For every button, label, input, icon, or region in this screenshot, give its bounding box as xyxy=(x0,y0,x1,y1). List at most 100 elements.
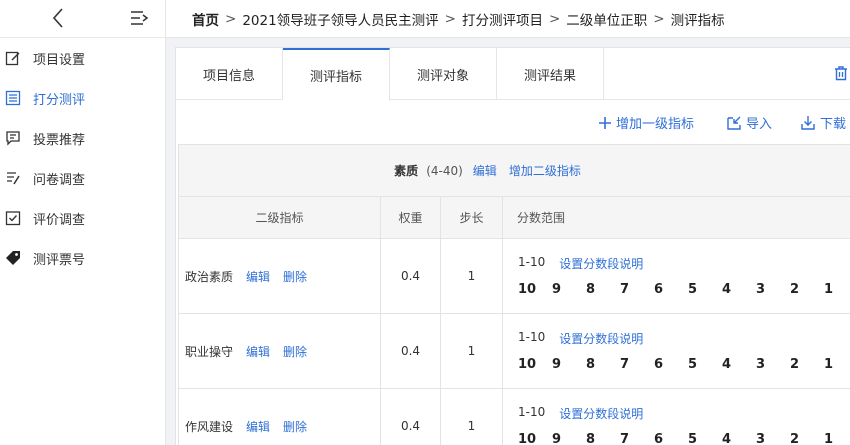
edit-indicator-link[interactable]: 编辑 xyxy=(246,343,270,360)
score-option[interactable]: 7 xyxy=(620,357,654,372)
score-option[interactable]: 3 xyxy=(756,357,790,372)
score-option[interactable]: 9 xyxy=(552,357,586,372)
breadcrumb-separator: > xyxy=(444,10,456,27)
range-value: 1-10 xyxy=(518,255,546,269)
breadcrumb-separator: > xyxy=(225,10,237,27)
score-option[interactable]: 6 xyxy=(654,432,688,445)
score-option[interactable]: 2 xyxy=(790,432,824,445)
weight-cell: 0.4 xyxy=(381,314,441,388)
score-option[interactable]: 8 xyxy=(586,357,620,372)
score-option[interactable]: 10 xyxy=(518,282,552,297)
score-option[interactable]: 9 xyxy=(552,432,586,445)
score-option[interactable]: 9 xyxy=(552,282,586,297)
sidebar-item-project-settings[interactable]: 项目设置 xyxy=(0,38,165,78)
score-option[interactable]: 5 xyxy=(688,432,722,445)
add-level1-button[interactable]: 增加一级指标 xyxy=(598,113,694,132)
import-button[interactable]: 导入 xyxy=(726,113,772,132)
score-option[interactable]: 5 xyxy=(688,357,722,372)
step-cell: 1 xyxy=(441,239,503,313)
set-range-description-link[interactable]: 设置分数段说明 xyxy=(559,330,643,347)
set-range-description-link[interactable]: 设置分数段说明 xyxy=(559,405,643,422)
breadcrumb-separator: > xyxy=(548,10,561,27)
edit-indicator-link[interactable]: 编辑 xyxy=(246,418,270,435)
breadcrumb-project[interactable]: 2021领导班子领导人员民主测评 xyxy=(242,9,438,29)
ticket-tag-icon xyxy=(4,249,22,267)
range-value: 1-10 xyxy=(518,330,546,344)
score-option[interactable]: 6 xyxy=(654,357,688,372)
breadcrumb-unit[interactable]: 二级单位正职 xyxy=(566,9,647,29)
breadcrumb-separator: > xyxy=(653,10,665,27)
trash-icon[interactable] xyxy=(833,65,850,83)
score-option[interactable]: 1 xyxy=(824,432,850,445)
back-chevron-icon[interactable] xyxy=(48,6,70,30)
weight-cell: 0.4 xyxy=(381,239,441,313)
score-option[interactable]: 1 xyxy=(824,282,850,297)
column-header-step: 步长 xyxy=(441,197,503,238)
column-header-score-range: 分数范围 xyxy=(517,211,566,225)
download-label: 下载 xyxy=(820,117,847,132)
edit-group-link[interactable]: 编辑 xyxy=(473,162,497,179)
tab-results[interactable]: 测评结果 xyxy=(497,48,604,100)
delete-indicator-link[interactable]: 删除 xyxy=(283,268,307,285)
sidebar-item-review[interactable]: 评价调查 xyxy=(0,198,165,238)
score-option[interactable]: 4 xyxy=(722,432,756,445)
indicator-name: 作风建设 xyxy=(185,419,234,434)
plus-icon xyxy=(599,116,611,129)
sidebar-item-label: 投票推荐 xyxy=(33,132,86,148)
main-panel: 项目信息 测评指标 测评对象 测评结果 增加一级指标 导入 下载 素质 (4-4… xyxy=(175,47,850,445)
score-option[interactable]: 1 xyxy=(824,357,850,372)
score-option[interactable]: 8 xyxy=(586,282,620,297)
score-option[interactable]: 5 xyxy=(688,282,722,297)
scoring-icon xyxy=(4,89,22,107)
indicator-cell: 政治素质 编辑 删除 xyxy=(179,239,381,313)
score-option[interactable]: 2 xyxy=(790,357,824,372)
edit-indicator-link[interactable]: 编辑 xyxy=(246,268,270,285)
import-label: 导入 xyxy=(746,117,773,132)
download-button[interactable]: 下载 xyxy=(800,113,846,132)
group-name: 素质 xyxy=(394,164,419,178)
score-option[interactable]: 2 xyxy=(790,282,824,297)
score-option[interactable]: 4 xyxy=(722,357,756,372)
tab-indicators[interactable]: 测评指标 xyxy=(283,48,390,101)
breadcrumb: 首页 > 2021领导班子领导人员民主测评 > 打分测评项目 > 二级单位正职 … xyxy=(166,0,850,38)
delete-indicator-link[interactable]: 删除 xyxy=(283,418,307,435)
score-option[interactable]: 10 xyxy=(518,432,552,445)
sidebar-item-ticket[interactable]: 测评票号 xyxy=(0,238,165,278)
sidebar-top xyxy=(0,0,165,38)
delete-indicator-link[interactable]: 删除 xyxy=(283,343,307,360)
tab-project-info[interactable]: 项目信息 xyxy=(176,48,283,100)
score-option[interactable]: 3 xyxy=(756,432,790,445)
score-option[interactable]: 6 xyxy=(654,282,688,297)
score-options: 10 9 8 7 6 5 4 3 2 1 xyxy=(518,432,850,445)
set-range-description-link[interactable]: 设置分数段说明 xyxy=(559,255,643,272)
step-cell: 1 xyxy=(441,314,503,388)
score-options: 10 9 8 7 6 5 4 3 2 1 xyxy=(518,282,850,297)
sidebar-item-scoring[interactable]: 打分测评 xyxy=(0,78,165,118)
sidebar-menu: 项目设置 打分测评 投票推荐 问卷调查 评价调查 测评票号 xyxy=(0,38,165,278)
download-icon xyxy=(801,115,815,130)
import-icon xyxy=(727,116,741,130)
score-option[interactable]: 7 xyxy=(620,432,654,445)
sidebar-item-vote[interactable]: 投票推荐 xyxy=(0,118,165,158)
sidebar-item-survey[interactable]: 问卷调查 xyxy=(0,158,165,198)
breadcrumb-scoring-project[interactable]: 打分测评项目 xyxy=(462,9,543,29)
score-range-cell: 1-10 设置分数段说明 10 9 8 7 6 5 4 3 2 1 xyxy=(503,314,850,388)
add-level2-link[interactable]: 增加二级指标 xyxy=(509,162,581,179)
sidebar-item-label: 测评票号 xyxy=(33,252,86,268)
range-line: 1-10 设置分数段说明 xyxy=(518,255,643,272)
range-line: 1-10 设置分数段说明 xyxy=(518,330,643,347)
score-option[interactable]: 8 xyxy=(586,432,620,445)
tab-targets[interactable]: 测评对象 xyxy=(390,48,497,100)
tab-bar: 项目信息 测评指标 测评对象 测评结果 xyxy=(176,48,850,101)
score-option[interactable]: 3 xyxy=(756,282,790,297)
step-cell: 1 xyxy=(441,389,503,445)
breadcrumb-home[interactable]: 首页 xyxy=(192,9,219,29)
score-option[interactable]: 4 xyxy=(722,282,756,297)
menu-collapse-icon[interactable] xyxy=(128,7,150,29)
column-header-indicator: 二级指标 xyxy=(179,197,381,238)
edit-icon xyxy=(4,49,22,67)
score-option[interactable]: 7 xyxy=(620,282,654,297)
range-line: 1-10 设置分数段说明 xyxy=(518,405,643,422)
indicator-name: 职业操守 xyxy=(185,344,234,359)
score-option[interactable]: 10 xyxy=(518,357,552,372)
